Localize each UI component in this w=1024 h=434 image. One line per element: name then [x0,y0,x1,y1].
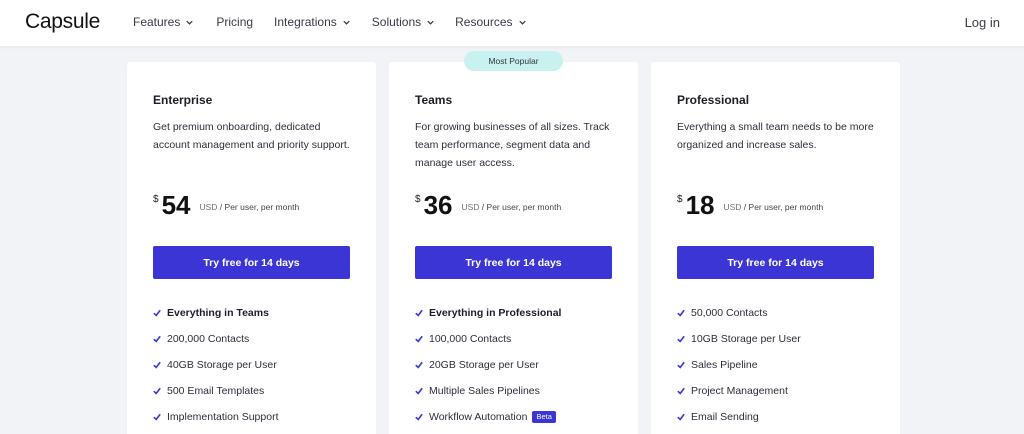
price-period: USD / Per user, per month [461,202,561,212]
list-item: 100,000 Contacts [415,326,561,352]
list-item: 10GB Storage per User [677,326,801,352]
check-icon [677,335,685,343]
feature-label: Workflow Automation [429,411,528,423]
nav-solutions[interactable]: Solutions [372,15,435,29]
check-icon [153,309,161,317]
try-free-button[interactable]: Try free for 14 days [415,246,612,279]
price-period: USD / Per user, per month [723,202,823,212]
price-period-text: / Per user, per month [741,202,824,212]
feature-list: Everything in Professional 100,000 Conta… [415,300,561,430]
plan-card-professional: Professional Everything a small team nee… [651,62,900,434]
login-link[interactable]: Log in [965,15,1000,30]
nav-resources-label: Resources [455,15,513,29]
price-amount: 54 [161,190,191,220]
nav-pricing[interactable]: Pricing [216,15,253,29]
plan-price: $ 36 USD / Per user, per month [415,190,561,220]
top-navigation-bar: Capsule Features Pricing Integrations So… [0,0,1024,46]
price-currency-code: USD [461,202,480,212]
nav-integrations-label: Integrations [274,15,337,29]
price-currency-code: USD [723,202,742,212]
currency-symbol: $ [677,194,683,205]
list-item: Project Management [677,378,801,404]
plan-name: Teams [415,93,453,107]
price-currency-code: USD [199,202,218,212]
feature-label: 50,000 Contacts [691,307,768,319]
most-popular-badge: Most Popular [464,51,563,71]
check-icon [677,309,685,317]
check-icon [153,361,161,369]
price-period-text: / Per user, per month [217,202,300,212]
feature-label: Multiple Sales Pipelines [429,385,540,397]
check-icon [153,413,161,421]
price-period: USD / Per user, per month [199,202,299,212]
check-icon [415,309,423,317]
chevron-down-icon [518,20,526,25]
list-item: 50,000 Contacts [677,300,801,326]
list-item: Multiple Sales Pipelines [415,378,561,404]
check-icon [677,387,685,395]
list-item: Everything in Professional [415,300,561,326]
try-free-button[interactable]: Try free for 14 days [153,246,350,279]
beta-badge: Beta [532,411,556,423]
chevron-down-icon [427,20,434,25]
feature-label: Sales Pipeline [691,359,758,371]
list-item: Everything in Teams [153,300,278,326]
plan-card-enterprise: Enterprise Get premium onboarding, dedic… [127,62,376,434]
check-icon [415,361,423,369]
plan-card-teams: Teams For growing businesses of all size… [389,62,638,434]
check-icon [677,413,685,421]
feature-list: Everything in Teams 200,000 Contacts 40G… [153,300,278,430]
plan-name: Professional [677,93,750,107]
nav-features-label: Features [133,15,181,29]
check-icon [677,361,685,369]
nav-solutions-label: Solutions [371,15,422,29]
nav-resources[interactable]: Resources [455,15,526,29]
feature-label: 40GB Storage per User [167,359,277,371]
feature-label: 100,000 Contacts [429,333,512,345]
list-item: 200,000 Contacts [153,326,278,352]
list-item: Sales Pipeline [677,352,801,378]
list-item: Workflow Automation Beta [415,404,561,430]
plan-description: Everything a small team needs to be more… [677,121,874,151]
list-item: Implementation Support [153,404,278,430]
feature-label: Implementation Support [167,411,279,423]
feature-label: Everything in Professional [429,307,562,319]
feature-label: Project Management [691,385,788,397]
feature-list: 50,000 Contacts 10GB Storage per User Sa… [677,300,801,430]
nav-pricing-label: Pricing [216,15,254,29]
plan-description: For growing businesses of all sizes. Tra… [415,121,610,169]
list-item: 40GB Storage per User [153,352,278,378]
list-item: 500 Email Templates [153,378,278,404]
check-icon [153,335,161,343]
chevron-down-icon [343,20,350,25]
currency-symbol: $ [153,194,159,205]
plan-description: Get premium onboarding, dedicated accoun… [153,121,350,151]
plan-price: $ 18 USD / Per user, per month [677,190,823,220]
price-amount: 36 [423,190,453,220]
capsule-logo[interactable]: Capsule [25,10,100,34]
list-item: Email Sending [677,404,801,430]
try-free-button[interactable]: Try free for 14 days [677,246,874,279]
feature-label: Email Sending [691,411,759,423]
currency-symbol: $ [415,194,421,205]
check-icon [153,387,161,395]
feature-label: 500 Email Templates [167,385,265,397]
chevron-down-icon [186,20,194,25]
check-icon [415,387,423,395]
feature-label: 200,000 Contacts [167,333,250,345]
check-icon [415,335,423,343]
price-period-text: / Per user, per month [479,202,562,212]
price-amount: 18 [685,190,715,220]
feature-label: 20GB Storage per User [429,359,539,371]
feature-label: 10GB Storage per User [691,333,801,345]
main-nav: Features Pricing Integrations Solutions … [133,15,527,29]
nav-integrations[interactable]: Integrations [274,15,351,29]
plan-price: $ 54 USD / Per user, per month [153,190,299,220]
nav-features[interactable]: Features [133,15,194,29]
feature-label: Everything in Teams [167,307,269,319]
plan-name: Enterprise [153,93,213,107]
list-item: 20GB Storage per User [415,352,561,378]
check-icon [415,413,423,421]
